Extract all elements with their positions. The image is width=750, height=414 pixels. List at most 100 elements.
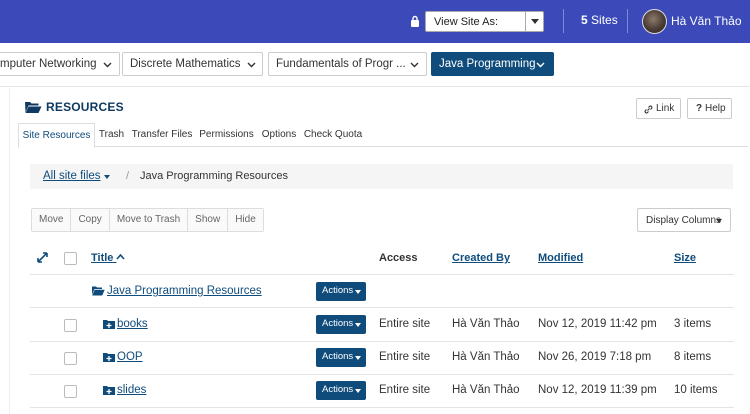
expand-icon[interactable] bbox=[37, 252, 48, 263]
folder-plus-icon bbox=[103, 353, 115, 362]
tab-check-quota[interactable]: Check Quota bbox=[301, 123, 365, 147]
hide-button[interactable]: Hide bbox=[228, 209, 263, 231]
caret-down-icon bbox=[355, 389, 361, 393]
title-column-header[interactable]: Title bbox=[91, 252, 126, 264]
folder-plus-icon bbox=[103, 386, 115, 395]
chevron-down-icon bbox=[536, 62, 545, 68]
display-columns-button[interactable]: Display Columns bbox=[637, 208, 731, 232]
size-column-header[interactable]: Size bbox=[674, 252, 696, 264]
site-tab-computer-networking[interactable]: mputer Networking bbox=[0, 52, 120, 76]
actions-button[interactable]: Actions bbox=[316, 282, 366, 301]
folder-open-icon bbox=[25, 102, 42, 113]
resources-subnav: Site Resources Trash Transfer Files Perm… bbox=[18, 123, 748, 148]
created-by-cell: Hà Văn Thảo bbox=[452, 318, 520, 330]
tab-permissions[interactable]: Permissions bbox=[196, 123, 257, 147]
access-cell: Entire site bbox=[379, 351, 431, 363]
divider bbox=[30, 374, 734, 375]
chevron-down-icon bbox=[410, 62, 419, 68]
move-button[interactable]: Move bbox=[32, 209, 72, 231]
question-icon: ? bbox=[696, 103, 703, 114]
site-tab-java-programming[interactable]: Java Programming bbox=[431, 52, 554, 76]
folder-link-books[interactable]: books bbox=[117, 318, 148, 330]
divider bbox=[30, 341, 734, 342]
tab-label: Site Resources bbox=[22, 130, 91, 141]
help-button[interactable]: ? Help bbox=[687, 98, 732, 119]
created-by-column-header[interactable]: Created By bbox=[452, 252, 510, 264]
chevron-down-icon bbox=[247, 62, 256, 68]
caret-down-icon bbox=[355, 290, 361, 294]
site-tab-label: Java Programming bbox=[439, 58, 536, 70]
sites-button[interactable]: 5 Sites bbox=[581, 13, 618, 27]
page-title-text: RESOURCES bbox=[46, 100, 124, 114]
breadcrumb: All site files / Java Programming Resour… bbox=[30, 164, 733, 189]
actions-label: Actions bbox=[322, 384, 354, 395]
divider bbox=[30, 274, 734, 275]
view-site-as-select[interactable]: View Site As: bbox=[425, 11, 544, 32]
link-icon bbox=[644, 105, 653, 114]
avatar[interactable] bbox=[642, 9, 667, 34]
site-tabs-bar: mputer Networking Discrete Mathematics F… bbox=[0, 43, 750, 87]
folder-plus-icon bbox=[103, 320, 115, 329]
tab-label: Trash bbox=[98, 129, 125, 140]
actions-label: Actions bbox=[322, 318, 354, 329]
modified-column-header[interactable]: Modified bbox=[538, 252, 583, 264]
sort-ascending-icon bbox=[116, 253, 126, 260]
actions-label: Actions bbox=[322, 285, 354, 296]
sites-label: Sites bbox=[591, 13, 618, 27]
divider bbox=[563, 9, 564, 33]
tab-site-resources[interactable]: Site Resources bbox=[18, 123, 95, 148]
caret-down-icon[interactable] bbox=[104, 175, 110, 179]
created-by-cell: Hà Văn Thảo bbox=[452, 384, 520, 396]
actions-button[interactable]: Actions bbox=[316, 348, 366, 367]
left-gutter bbox=[0, 88, 10, 414]
size-cell: 3 items bbox=[674, 318, 712, 330]
tab-transfer-files[interactable]: Transfer Files bbox=[128, 123, 196, 147]
folder-link-slides[interactable]: slides bbox=[117, 384, 146, 396]
tab-options[interactable]: Options bbox=[257, 123, 301, 147]
divider bbox=[30, 407, 734, 408]
row-checkbox[interactable] bbox=[64, 319, 77, 332]
size-cell: 8 items bbox=[674, 351, 712, 363]
folder-open-icon bbox=[92, 286, 105, 296]
access-cell: Entire site bbox=[379, 384, 431, 396]
folder-link-oop[interactable]: OOP bbox=[117, 351, 143, 363]
created-by-cell: Hà Văn Thảo bbox=[452, 351, 520, 363]
row-checkbox[interactable] bbox=[64, 385, 77, 398]
site-tab-label: Fundamentals of Progr ... bbox=[276, 58, 406, 70]
access-column-header: Access bbox=[379, 252, 418, 264]
modified-cell: Nov 12, 2019 11:39 pm bbox=[538, 384, 657, 396]
display-columns-label: Display Columns bbox=[646, 215, 722, 226]
help-button-label: Help bbox=[705, 103, 726, 114]
view-site-as-label: View Site As: bbox=[434, 16, 498, 28]
lock-icon bbox=[411, 15, 419, 27]
actions-button[interactable]: Actions bbox=[316, 381, 366, 400]
copy-button[interactable]: Copy bbox=[71, 209, 110, 231]
actions-label: Actions bbox=[322, 351, 354, 362]
page-title: RESOURCES bbox=[25, 100, 124, 114]
size-cell: 10 items bbox=[674, 384, 718, 396]
divider bbox=[30, 307, 734, 308]
actions-button[interactable]: Actions bbox=[316, 315, 366, 334]
breadcrumb-separator: / bbox=[126, 170, 130, 182]
row-checkbox[interactable] bbox=[64, 352, 77, 365]
move-to-trash-button[interactable]: Move to Trash bbox=[109, 209, 189, 231]
link-button[interactable]: Link bbox=[636, 98, 681, 119]
divider bbox=[627, 9, 628, 33]
chevron-down-icon bbox=[103, 62, 112, 68]
column-label: Title bbox=[91, 252, 114, 264]
tab-label: Options bbox=[261, 129, 297, 140]
site-tab-label: Discrete Mathematics bbox=[130, 58, 241, 70]
parent-folder-link[interactable]: Java Programming Resources bbox=[107, 285, 262, 297]
link-button-label: Link bbox=[656, 103, 675, 114]
user-name[interactable]: Hà Văn Thảo bbox=[671, 14, 742, 28]
caret-down-icon bbox=[355, 356, 361, 360]
breadcrumb-root-link[interactable]: All site files bbox=[43, 170, 101, 182]
show-button[interactable]: Show bbox=[188, 209, 229, 231]
site-tab-discrete-mathematics[interactable]: Discrete Mathematics bbox=[122, 52, 263, 76]
caret-down-icon bbox=[525, 12, 543, 31]
select-all-checkbox[interactable] bbox=[64, 252, 77, 265]
modified-cell: Nov 12, 2019 11:42 pm bbox=[538, 318, 657, 330]
tab-label: Permissions bbox=[199, 129, 254, 140]
site-tab-fundamentals[interactable]: Fundamentals of Progr ... bbox=[268, 52, 427, 76]
tab-trash[interactable]: Trash bbox=[95, 123, 128, 147]
